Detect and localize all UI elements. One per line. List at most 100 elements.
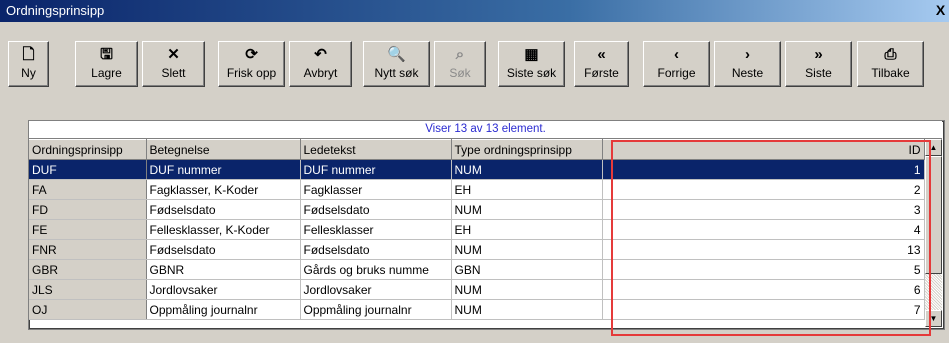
refresh-label: Frisk opp (226, 66, 277, 80)
table-cell[interactable]: 5 (602, 259, 925, 280)
table-cell[interactable]: Fellesklasser (300, 219, 452, 240)
x-icon: ✕ (167, 46, 180, 63)
table-cell[interactable]: DUF nummer (300, 159, 452, 180)
table-cell[interactable]: EH (451, 219, 603, 240)
table-cell[interactable]: Jordlovsaker (146, 279, 301, 300)
table-cell[interactable]: Fødselsdato (146, 239, 301, 260)
save-button[interactable]: 🖫 Lagre (75, 41, 138, 87)
binoculars-icon: ⌕ (455, 46, 465, 63)
table-cell[interactable]: FE (29, 219, 147, 240)
scroll-thumb[interactable] (925, 156, 942, 274)
table-cell[interactable]: NUM (451, 199, 603, 220)
column-header[interactable]: Betegnelse (146, 139, 301, 160)
table-cell[interactable]: GBNR (146, 259, 301, 280)
table-cell[interactable]: Fødselsdato (146, 199, 301, 220)
toolbar: 🗋 Ny 🖫 Lagre ✕ Slett ⟳ Frisk opp ↶ Avbryt 🔍 Nytt sø… (0, 22, 949, 90)
new-button[interactable]: 🗋 Ny (8, 41, 49, 87)
table-cell[interactable]: Jordlovsaker (300, 279, 452, 300)
table-row[interactable]: FE Fellesklasser, K-Koder Fellesklasser EH 4 (29, 219, 925, 240)
table-cell[interactable]: DUF (29, 159, 147, 180)
table-cell[interactable]: EH (451, 179, 603, 200)
table-cell[interactable]: Oppmåling journalnr (300, 299, 452, 320)
results-grid: Viser 13 av 13 element. Ordningsprinsipp… (28, 120, 945, 330)
floppy-icon: 🖫 (100, 46, 113, 63)
scroll-down-icon[interactable]: ▼ (925, 310, 942, 327)
table-cell[interactable]: 13 (602, 239, 925, 260)
new-doc-icon: 🗋 (22, 46, 35, 63)
table-cell[interactable]: Gårds og bruks numme (300, 259, 452, 280)
scroll-up-icon[interactable]: ▲ (925, 139, 942, 156)
table-cell[interactable]: NUM (451, 299, 603, 320)
previous-button[interactable]: ‹ Forrige (643, 41, 710, 87)
table-row[interactable]: FA Fagklasser, K-Koder Fagklasser EH 2 (29, 179, 925, 200)
last-button[interactable]: » Siste (785, 41, 852, 87)
left-icon: ‹ (674, 46, 679, 63)
refresh-icon: ⟳ (245, 46, 258, 63)
table-cell[interactable]: FNR (29, 239, 147, 260)
window-title: Ordningsprinsipp (6, 3, 105, 18)
vertical-scrollbar[interactable]: ▲ ▼ (925, 139, 942, 327)
column-header[interactable]: Ledetekst (300, 139, 452, 160)
table-cell[interactable]: 7 (602, 299, 925, 320)
table-cell[interactable]: Oppmåling journalnr (146, 299, 301, 320)
table-cell[interactable]: GBR (29, 259, 147, 280)
double-left-icon: « (597, 46, 606, 63)
delete-button[interactable]: ✕ Slett (142, 41, 205, 87)
results-table: Ordningsprinsipp Betegnelse Ledetekst Type … (29, 139, 925, 320)
column-header[interactable]: ID (602, 139, 925, 160)
table-header: Ordningsprinsipp Betegnelse Ledetekst Type … (29, 139, 925, 160)
refresh-button[interactable]: ⟳ Frisk opp (218, 41, 285, 87)
table-cell[interactable]: Fødselsdato (300, 239, 452, 260)
grid-icon: ▦ (524, 46, 539, 63)
scroll-track[interactable] (925, 274, 942, 310)
column-header[interactable]: Type ordningsprinsipp (451, 139, 603, 160)
table-cell[interactable]: 1 (602, 159, 925, 180)
table-cell[interactable]: Fagklasser (300, 179, 452, 200)
cancel-button[interactable]: ↶ Avbryt (289, 41, 352, 87)
status-text: Viser 13 av 13 element. (29, 121, 942, 139)
table-cell[interactable]: FD (29, 199, 147, 220)
table-cell[interactable]: Fagklasser, K-Koder (146, 179, 301, 200)
table-cell[interactable]: NUM (451, 239, 603, 260)
table-cell[interactable]: Fellesklasser, K-Koder (146, 219, 301, 240)
table-row[interactable]: FNR Fødselsdato Fødselsdato NUM 13 (29, 239, 925, 260)
table-cell[interactable]: Fødselsdato (300, 199, 452, 220)
table-cell[interactable]: NUM (451, 159, 603, 180)
column-header[interactable]: Ordningsprinsipp (29, 139, 147, 160)
table-cell[interactable]: GBN (451, 259, 603, 280)
table-cell[interactable]: FA (29, 179, 147, 200)
last-label: Siste (805, 66, 832, 80)
last-search-label: Siste søk (506, 66, 557, 80)
table-cell[interactable]: OJ (29, 299, 147, 320)
table-cell[interactable]: 4 (602, 219, 925, 240)
table-cell[interactable]: NUM (451, 279, 603, 300)
next-label: Neste (731, 66, 764, 80)
table-cell[interactable]: 3 (602, 199, 925, 220)
title-bar: Ordningsprinsipp X (0, 0, 949, 22)
first-button[interactable]: « Første (574, 41, 629, 87)
undo-icon: ↶ (314, 46, 327, 63)
table-row[interactable]: JLS Jordlovsaker Jordlovsaker NUM 6 (29, 279, 925, 300)
table-cell[interactable]: 2 (602, 179, 925, 200)
table-cell[interactable]: DUF nummer (146, 159, 301, 180)
double-right-icon: » (814, 46, 823, 63)
cancel-label: Avbryt (303, 66, 338, 80)
table-cell[interactable]: JLS (29, 279, 147, 300)
back-button[interactable]: ⎙ Tilbake (857, 41, 924, 87)
table-cell[interactable]: 6 (602, 279, 925, 300)
save-label: Lagre (91, 66, 122, 80)
new-search-button[interactable]: 🔍 Nytt søk (363, 41, 430, 87)
next-button[interactable]: › Neste (714, 41, 781, 87)
magnifier-icon: 🔍 (387, 46, 406, 63)
last-search-button[interactable]: ▦ Siste søk (498, 41, 565, 87)
table-row[interactable]: FD Fødselsdato Fødselsdato NUM 3 (29, 199, 925, 220)
search-button: ⌕ Søk (434, 41, 486, 87)
table-row[interactable]: DUF DUF nummer DUF nummer NUM 1 (29, 159, 925, 180)
table-row[interactable]: OJ Oppmåling journalnr Oppmåling journalnr… (29, 299, 925, 320)
table-row[interactable]: GBR GBNR Gårds og bruks numme GBN 5 (29, 259, 925, 280)
new-label: Ny (21, 66, 36, 80)
previous-label: Forrige (657, 66, 696, 80)
delete-label: Slett (161, 66, 186, 80)
new-search-label: Nytt søk (374, 66, 419, 80)
close-button[interactable]: X (932, 1, 949, 20)
